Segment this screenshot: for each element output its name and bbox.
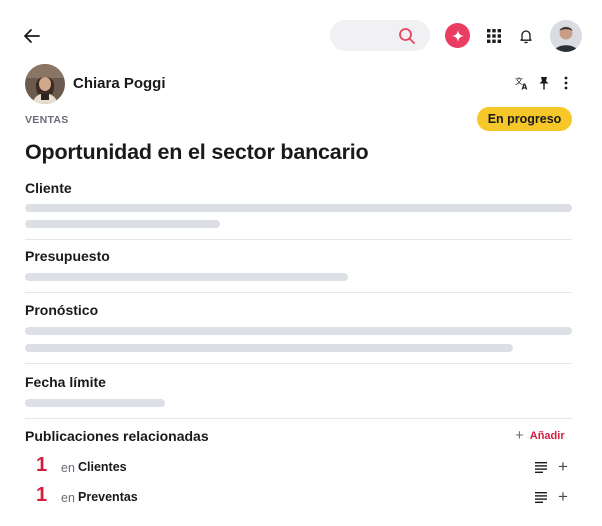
add-to-space-icon[interactable]: + [558, 487, 568, 507]
svg-text:A: A [522, 83, 528, 91]
list-icon[interactable] [535, 462, 547, 473]
bell-icon[interactable] [518, 28, 534, 44]
related-in-label: en [61, 461, 75, 475]
translate-icon[interactable]: 文A [515, 75, 529, 91]
add-label: Añadir [529, 429, 565, 442]
related-item: 1 en Preventas + [36, 484, 572, 509]
divider [25, 363, 572, 364]
related-count: 1 [36, 484, 48, 506]
apps-grid-icon[interactable] [487, 29, 501, 43]
status-badge[interactable]: En progreso [477, 107, 572, 131]
field-label-presupuesto: Presupuesto [25, 248, 110, 264]
more-vertical-icon[interactable] [559, 75, 573, 91]
related-posts-title: Publicaciones relacionadas [25, 428, 209, 444]
divider [25, 239, 572, 240]
related-count: 1 [36, 454, 48, 476]
list-icon[interactable] [535, 492, 547, 503]
pin-icon[interactable] [537, 75, 551, 91]
field-value-placeholder [25, 327, 572, 335]
ai-sparkle-icon [451, 29, 464, 42]
field-value-placeholder [25, 220, 220, 228]
author-avatar[interactable] [25, 64, 65, 104]
related-in-label: en [61, 491, 75, 505]
related-item: 1 en Clientes + [36, 454, 572, 479]
top-bar [0, 0, 602, 70]
search-icon [399, 28, 415, 44]
divider [25, 292, 572, 293]
post-category: VENTAS [25, 114, 69, 126]
author-row: Chiara Poggi 文A [25, 63, 575, 105]
post-tools: 文A [515, 75, 573, 91]
search-box[interactable] [330, 20, 430, 51]
user-avatar[interactable] [550, 20, 582, 52]
divider [25, 418, 572, 419]
field-value-placeholder [25, 204, 572, 212]
field-value-placeholder [25, 273, 348, 281]
related-space-link[interactable]: Clientes [78, 460, 127, 474]
add-related-button[interactable]: + Añadir [515, 428, 565, 443]
field-label-pronostico: Pronóstico [25, 302, 99, 318]
plus-icon: + [515, 427, 524, 444]
field-value-placeholder [25, 344, 513, 352]
add-to-space-icon[interactable]: + [558, 457, 568, 477]
related-space-link[interactable]: Preventas [78, 490, 138, 504]
post-title: Oportunidad en el sector bancario [25, 140, 369, 164]
field-label-fecha-limite: Fecha límite [25, 374, 106, 390]
ai-assistant-button[interactable] [445, 23, 470, 48]
back-arrow-icon[interactable] [22, 26, 42, 46]
field-label-cliente: Cliente [25, 180, 72, 196]
field-value-placeholder [25, 399, 165, 407]
author-name[interactable]: Chiara Poggi [73, 75, 166, 92]
